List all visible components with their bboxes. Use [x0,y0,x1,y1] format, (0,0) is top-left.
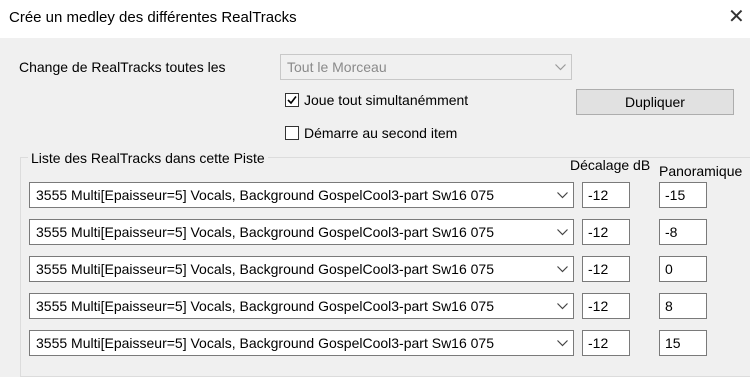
pan-input-1[interactable]: -15 [659,182,707,208]
close-icon[interactable]: ✕ [728,5,745,29]
track-name: 3555 Multi[Epaisseur=5] Vocals, Backgrou… [36,187,494,203]
offset-input-2[interactable]: -12 [582,219,630,245]
second-item-label: Démarre au second item [304,125,458,141]
simultaneous-checkbox[interactable]: Joue tout simultanémment [285,92,468,108]
change-every-label: Change de RealTracks toutes les [19,59,226,75]
pan-input-5[interactable]: 15 [659,330,707,356]
chevron-down-icon [551,339,573,347]
group-label: Liste des RealTracks dans cette Piste [28,150,268,166]
offset-input-3[interactable]: -12 [582,256,630,282]
track-select-4[interactable]: 3555 Multi[Epaisseur=5] Vocals, Backgrou… [29,293,574,319]
chevron-down-icon [551,228,573,236]
offset-input-1[interactable]: -12 [582,182,630,208]
checkbox-box[interactable] [285,93,299,107]
track-select-5[interactable]: 3555 Multi[Epaisseur=5] Vocals, Backgrou… [29,330,574,356]
offset-input-4[interactable]: -12 [582,293,630,319]
title-bar: Crée un medley des différentes RealTrack… [0,0,750,38]
pan-column-header: Panoramique [659,163,743,179]
track-name: 3555 Multi[Epaisseur=5] Vocals, Backgrou… [36,298,494,314]
track-select-3[interactable]: 3555 Multi[Epaisseur=5] Vocals, Backgrou… [29,256,574,282]
offset-input-5[interactable]: -12 [582,330,630,356]
change-every-value: Tout le Morceau [287,59,387,75]
chevron-down-icon [551,191,573,199]
chevron-down-icon [549,63,571,71]
chevron-down-icon [551,302,573,310]
second-item-checkbox[interactable]: Démarre au second item [285,125,457,141]
track-name: 3555 Multi[Epaisseur=5] Vocals, Backgrou… [36,261,494,277]
checkbox-box[interactable] [285,126,299,140]
simultaneous-label: Joue tout simultanémment [304,92,469,108]
pan-input-2[interactable]: -8 [659,219,707,245]
track-select-2[interactable]: 3555 Multi[Epaisseur=5] Vocals, Backgrou… [29,219,574,245]
dialog-title: Crée un medley des différentes RealTrack… [9,9,297,26]
duplicate-button[interactable]: Dupliquer [576,89,734,115]
pan-input-4[interactable]: 8 [659,293,707,319]
track-name: 3555 Multi[Epaisseur=5] Vocals, Backgrou… [36,335,494,351]
change-every-select[interactable]: Tout le Morceau [280,54,572,80]
chevron-down-icon [551,265,573,273]
pan-input-3[interactable]: 0 [659,256,707,282]
offset-column-header: Décalage dB [570,157,651,173]
track-select-1[interactable]: 3555 Multi[Epaisseur=5] Vocals, Backgrou… [29,182,574,208]
track-name: 3555 Multi[Epaisseur=5] Vocals, Backgrou… [36,224,494,240]
